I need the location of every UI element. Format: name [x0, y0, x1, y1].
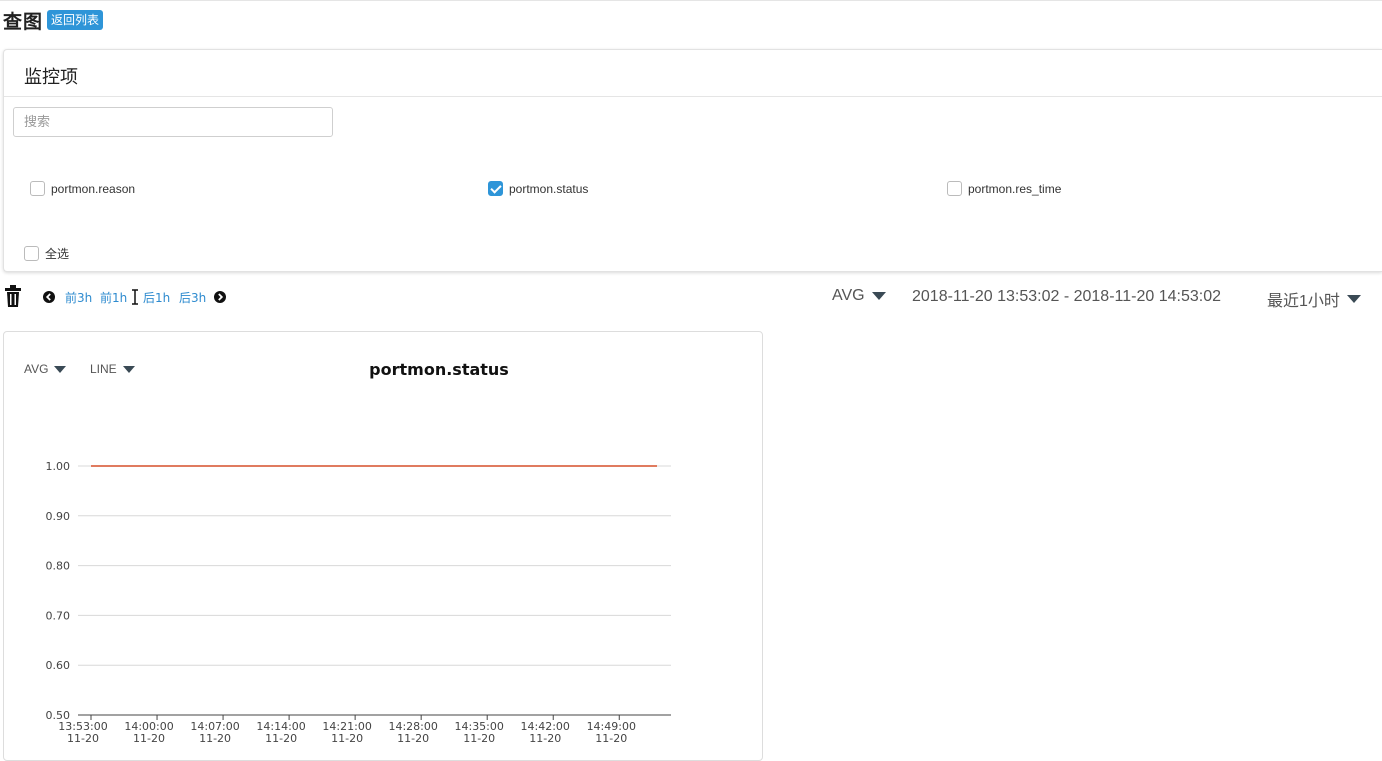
checkbox-item-res-time[interactable]: portmon.res_time [947, 181, 1061, 196]
next-1h-link[interactable]: 后1h [143, 289, 170, 306]
time-toolbar: 前3h 前1h 后1h 后3h AVG 2018-11-20 13:53:02 … [0, 284, 1382, 310]
prev-arrow-icon[interactable] [43, 291, 55, 303]
relative-range-select[interactable]: 最近1小时 [1267, 287, 1361, 311]
x-tick-date-label: 11-20 [595, 732, 627, 745]
panel-divider [4, 96, 1382, 97]
checkbox[interactable] [30, 181, 45, 196]
chart-card: AVG LINE portmon.status 1.00 0.90 0.80 0.70… [3, 331, 763, 761]
x-tick-date-label: 11-20 [529, 732, 561, 745]
search-input[interactable] [13, 107, 333, 137]
next-3h-link[interactable]: 后3h [179, 289, 206, 306]
x-tick-date-label: 11-20 [463, 732, 495, 745]
panel-title: 监控项 [24, 67, 78, 88]
y-tick-label: 0.60 [46, 659, 71, 672]
x-tick-date-label: 11-20 [133, 732, 165, 745]
select-all-label: 全选 [45, 247, 70, 261]
text-cursor-icon [132, 289, 138, 305]
relative-range-value: 最近1小时 [1267, 293, 1340, 310]
monitor-items-panel: 监控项 portmon.reason portmon.status portmo… [3, 49, 1382, 272]
x-tick-date-label: 11-20 [67, 732, 99, 745]
page-title: 查图 [3, 10, 44, 33]
checkbox-label: portmon.res_time [968, 181, 1062, 196]
y-tick-label: 0.70 [46, 609, 71, 622]
chevron-down-icon [1346, 295, 1361, 303]
x-tick-date-label: 11-20 [265, 732, 297, 745]
checkbox-item-reason[interactable]: portmon.reason [30, 181, 135, 196]
checkbox-item-status[interactable]: portmon.status [488, 181, 588, 196]
x-tick-date-label: 11-20 [397, 732, 429, 745]
time-range-text: 2018-11-20 13:53:02 - 2018-11-20 14:53:0… [912, 288, 1221, 305]
checkbox[interactable] [947, 181, 962, 196]
select-all-checkbox[interactable]: 全选 [24, 245, 69, 262]
aggregation-value: AVG [832, 287, 865, 304]
x-tick-date-label: 11-20 [331, 732, 363, 745]
back-to-list-button[interactable]: 返回列表 [47, 10, 104, 30]
y-tick-label: 0.80 [46, 560, 71, 573]
chevron-down-icon [871, 292, 886, 300]
trash-icon[interactable] [4, 284, 22, 308]
y-tick-label: 1.00 [46, 460, 71, 473]
checkbox-label: portmon.reason [51, 181, 136, 196]
page-header: 查图 返回列表 [3, 8, 104, 33]
next-arrow-icon[interactable] [214, 291, 226, 303]
x-tick-date-label: 11-20 [199, 732, 231, 745]
checkbox-label: portmon.status [509, 181, 589, 196]
top-border [0, 0, 1382, 1]
checkbox-checked[interactable] [488, 181, 503, 196]
prev-3h-link[interactable]: 前3h [65, 289, 92, 306]
line-chart: 1.000.900.800.700.600.5013:53:0011-2014:… [46, 460, 671, 745]
prev-1h-link[interactable]: 前1h [100, 289, 127, 306]
aggregation-select[interactable]: AVG [832, 287, 886, 305]
checkbox[interactable] [24, 246, 39, 261]
y-tick-label: 0.90 [46, 510, 71, 523]
